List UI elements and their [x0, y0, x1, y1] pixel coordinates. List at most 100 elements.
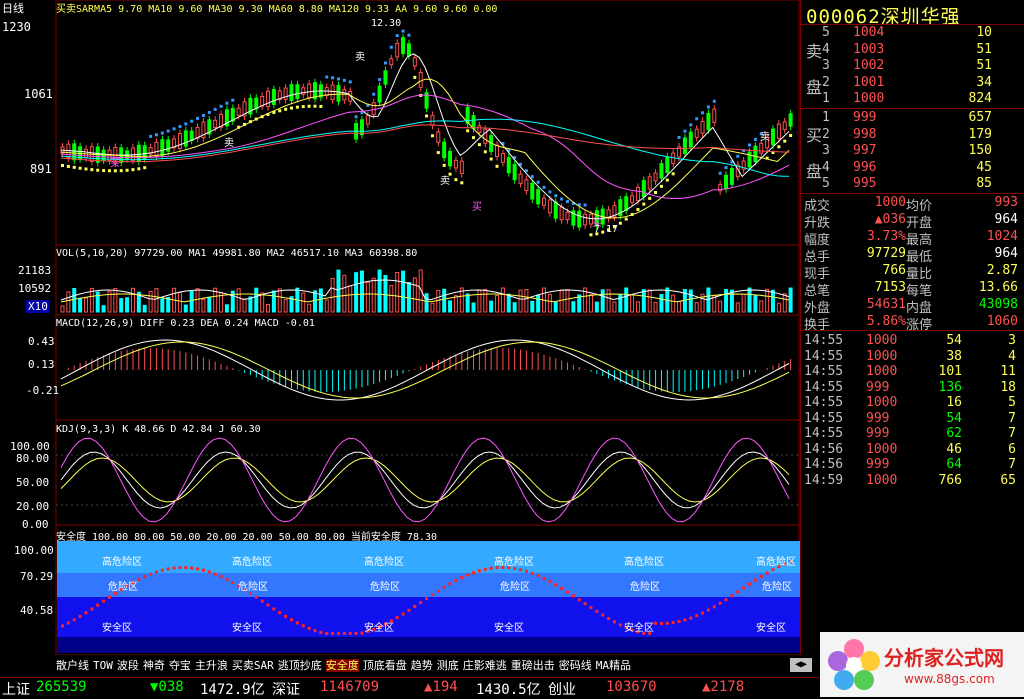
sar-dot — [313, 104, 317, 108]
sz-index: 1146709 — [320, 679, 380, 695]
buys-row[interactable]: 4 996 45 — [822, 160, 992, 176]
volume-bar — [283, 299, 288, 313]
sar-dot — [295, 105, 299, 109]
sells-row[interactable]: 5 1004 10 — [822, 25, 992, 41]
safety-dot — [565, 590, 569, 594]
sar-dot — [748, 143, 752, 147]
quote-stat-row: 换手 5.86% 涨停 1060 — [804, 314, 1018, 333]
candle-body — [271, 88, 276, 105]
indicator-tab[interactable]: 主升浪 — [195, 659, 228, 672]
indicator-tab[interactable]: 庄影难逃 — [463, 659, 507, 672]
pane-border — [55, 314, 800, 421]
buys-row[interactable]: 1 999 657 — [822, 110, 992, 126]
kdj-d-line — [60, 457, 790, 503]
flower-logo-icon — [828, 639, 880, 690]
book-volume: 51 — [976, 41, 992, 57]
sz-label[interactable]: 深证 — [272, 679, 300, 699]
safety-dot — [748, 582, 752, 586]
price-axis-label: 1230 — [2, 20, 31, 34]
sell-side-label: 盘 — [806, 78, 823, 97]
book-level: 5 — [822, 25, 830, 40]
stat-value: 1000 — [874, 195, 906, 210]
sar-dot — [454, 178, 458, 182]
volume-bar — [588, 294, 593, 313]
sar-dot — [542, 185, 546, 189]
vol-axis-label: 21183 — [18, 264, 52, 277]
indicator-tab[interactable]: 夺宝 — [169, 659, 191, 672]
pane-border — [55, 419, 800, 526]
ma-legend: 买卖SARMA5 9.70 MA10 9.60 MA30 9.30 MA60 8… — [56, 4, 498, 15]
sar-dot — [659, 184, 663, 188]
cy-label[interactable]: 创业 — [548, 679, 576, 699]
indicator-tab[interactable]: 散户线 — [56, 659, 89, 672]
candle-body — [712, 108, 717, 123]
sar-dot — [336, 77, 340, 81]
volume-bar — [260, 292, 265, 313]
stat-value: ▲036 — [874, 212, 906, 227]
volume-bar — [401, 270, 406, 313]
sells-row[interactable]: 4 1003 51 — [822, 42, 992, 58]
buy-mark: 买 — [592, 218, 602, 229]
sar-dot — [354, 115, 358, 119]
safety-zone-label: 安全区 — [624, 623, 654, 634]
tick-volume: 64 — [946, 457, 962, 472]
safety-dot — [472, 571, 476, 575]
indicator-tab[interactable]: 密码线 — [559, 659, 592, 672]
indicator-tab[interactable]: 波段 — [117, 659, 139, 672]
indicator-tab[interactable]: 逃顶抄底 — [278, 659, 322, 672]
buys-row[interactable]: 2 998 179 — [822, 127, 992, 143]
candle-body — [289, 84, 294, 102]
indicator-tab[interactable]: 买卖SAR — [232, 659, 274, 672]
indicator-tab[interactable]: 趋势 — [411, 659, 433, 672]
candle-body — [236, 107, 241, 116]
stat-value: 5.86% — [866, 314, 906, 329]
sar-dot — [325, 75, 329, 79]
safety-dot — [677, 620, 681, 624]
tab-scroll-button[interactable]: ◀▶ — [790, 658, 812, 672]
sells-row[interactable]: 3 1002 51 — [822, 58, 992, 74]
safety-dot — [196, 567, 200, 571]
sar-dot — [154, 133, 158, 137]
volume-bar — [677, 301, 682, 313]
sar-dot — [143, 166, 147, 170]
indicator-tab[interactable]: 顶底看盘 — [363, 659, 407, 672]
volume-bar — [201, 298, 206, 313]
indicator-tab[interactable]: 重磅出击 — [511, 659, 555, 672]
safety-dot — [96, 603, 100, 607]
sells-row[interactable]: 1 1000 824 — [822, 91, 992, 107]
indicator-tab[interactable]: MA精品 — [596, 659, 631, 672]
indicator-tab[interactable]: 测底 — [437, 659, 459, 672]
sar-dot — [102, 169, 106, 173]
tick-count: 3 — [1008, 333, 1016, 348]
buy-mark: 买 — [110, 158, 120, 169]
book-level: 2 — [822, 126, 830, 142]
buys-row[interactable]: 3 997 150 — [822, 143, 992, 159]
volume-bar — [571, 301, 576, 313]
volume-bar — [630, 294, 635, 313]
safety-dot — [301, 624, 305, 628]
sar-dot — [107, 169, 111, 173]
macd-axis-label: 0.13 — [28, 358, 55, 371]
volume-bar — [729, 289, 734, 313]
sar-dot — [307, 104, 311, 108]
indicator-tab[interactable]: 神奇 — [143, 659, 165, 672]
safety-dot — [695, 614, 699, 618]
sh-label[interactable]: 上证 — [2, 679, 30, 699]
indicator-tab[interactable]: 安全度 — [325, 659, 359, 672]
candle-body — [524, 179, 529, 192]
buys-row[interactable]: 5 995 85 — [822, 176, 992, 192]
sells-row[interactable]: 2 1001 34 — [822, 75, 992, 91]
stat-value: 2.87 — [986, 263, 1018, 278]
safety-dot — [477, 569, 481, 573]
candle-body — [260, 95, 265, 107]
tick-count: 7 — [1008, 426, 1016, 441]
sar-dot — [90, 168, 94, 172]
sar-dot — [407, 33, 411, 37]
volume-bar — [348, 285, 353, 313]
stat-value: 54631 — [866, 297, 906, 312]
sar-dot — [665, 178, 669, 182]
book-level: 2 — [822, 74, 830, 90]
indicator-tab[interactable]: TOW — [93, 659, 113, 672]
tick-price: 1000 — [866, 348, 898, 364]
sh-change: ▼038 — [150, 679, 184, 695]
